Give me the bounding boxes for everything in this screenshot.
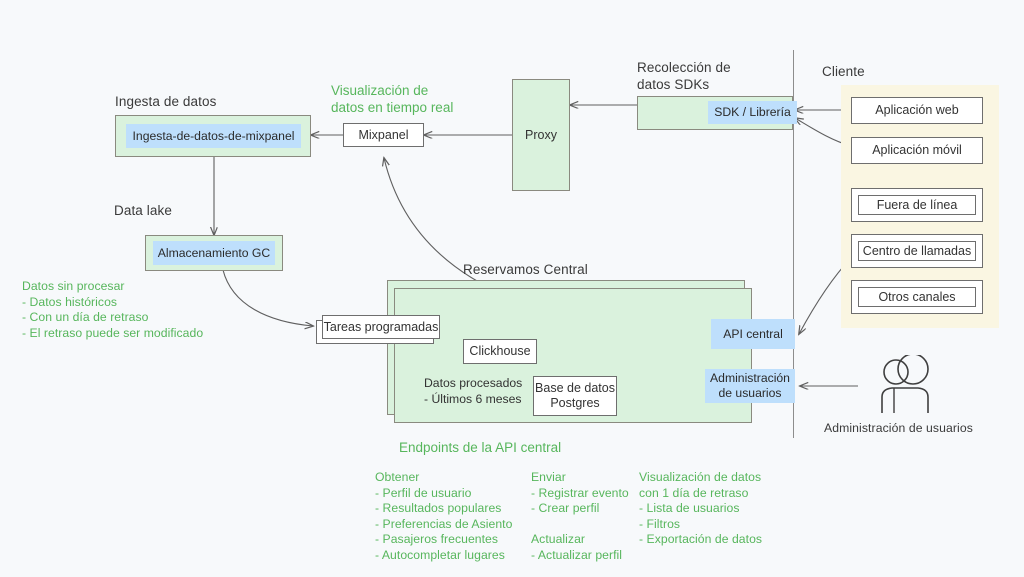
endpoint-item: - Resultados populares — [375, 501, 502, 515]
endpoint-item: - Actualizar perfil — [531, 547, 623, 562]
raw-data-note-item: - Con un día de retraso — [22, 310, 149, 324]
raw-data-note-heading: Datos sin procesar — [22, 279, 125, 293]
node-almacenamiento-gc[interactable]: Almacenamiento GC — [153, 241, 275, 265]
node-clickhouse[interactable]: Clickhouse — [463, 339, 537, 364]
endpoint-item: - Pasajeros frecuentes — [375, 532, 499, 546]
endpoints-spacer — [531, 517, 629, 533]
client-item-fuera-de-linea-label: Fuera de línea — [858, 195, 976, 215]
client-item-centro-de-llamadas-label: Centro de llamadas — [858, 241, 976, 261]
section-title-reservamos-central: Reservamos Central — [463, 262, 588, 277]
endpoints-heading: Enviar — [531, 470, 566, 484]
endpoint-item: - Filtros — [639, 516, 681, 531]
client-item-otros-canales[interactable]: Otros canales — [851, 280, 983, 314]
section-title-data-lake: Data lake — [114, 203, 172, 218]
users-icon — [881, 355, 929, 413]
raw-data-note-item: - Datos históricos — [22, 294, 118, 309]
endpoint-item: - Crear perfil — [531, 501, 600, 515]
section-title-cliente: Cliente — [822, 64, 865, 79]
section-title-realtime-visualization: Visualización de datos en tiempo real — [331, 83, 454, 115]
client-item-centro-de-llamadas[interactable]: Centro de llamadas — [851, 234, 983, 268]
client-item-otros-canales-label: Otros canales — [858, 287, 976, 307]
node-administracion-de-usuarios[interactable]: Administración de usuarios — [705, 369, 795, 403]
endpoint-item: - Preferencias de Asiento — [375, 516, 513, 531]
endpoints-column-enviar: Enviar - Registrar evento - Crear perfil… — [531, 470, 629, 563]
node-ingesta-de-datos-de-mixpanel[interactable]: Ingesta-de-datos-de-mixpanel — [126, 124, 301, 148]
label-datos-procesados: Datos procesados - Últimos 6 meses — [424, 376, 523, 406]
endpoint-item: - Autocompletar lugares — [375, 547, 505, 562]
client-item-aplicacion-web[interactable]: Aplicación web — [851, 97, 983, 124]
node-sdk-libreria[interactable]: SDK / Librería — [708, 101, 797, 124]
node-proxy-label: Proxy — [525, 128, 557, 142]
node-mixpanel[interactable]: Mixpanel — [343, 123, 424, 147]
arrow-gc-to-tareas — [222, 269, 313, 326]
client-item-aplicacion-movil[interactable]: Aplicación móvil — [851, 137, 983, 164]
endpoints-heading-actualizar: Actualizar — [531, 532, 586, 546]
node-api-central[interactable]: API central — [711, 319, 795, 349]
endpoints-heading: Visualización de datos con 1 día de retr… — [639, 470, 762, 500]
endpoint-item: - Perfil de usuario — [375, 485, 472, 500]
endpoint-item: - Lista de usuarios — [639, 501, 740, 515]
diagram-canvas: Ingesta de datos Data lake Visualización… — [0, 0, 1024, 577]
section-title-ingesta: Ingesta de datos — [115, 94, 217, 109]
user-admin-caption: Administración de usuarios — [824, 421, 973, 435]
endpoints-heading: Obtener — [375, 470, 420, 484]
endpoints-title: Endpoints de la API central — [399, 440, 562, 455]
endpoint-item: - Registrar evento — [531, 485, 629, 500]
node-tareas-programadas[interactable]: Tareas programadas — [322, 315, 440, 339]
raw-data-note: Datos sin procesar - Datos históricos - … — [22, 279, 203, 341]
section-title-sdk-collection: Recolección de datos SDKs — [637, 60, 731, 92]
node-proxy[interactable]: Proxy — [512, 79, 570, 191]
raw-data-note-item: - El retraso puede ser modificado — [22, 325, 204, 340]
endpoint-item: - Exportación de datos — [639, 532, 763, 546]
endpoints-column-obtener: Obtener - Perfil de usuario - Resultados… — [375, 470, 512, 563]
client-item-fuera-de-linea[interactable]: Fuera de línea — [851, 188, 983, 222]
node-base-de-datos-postgres[interactable]: Base de datos Postgres — [533, 376, 617, 416]
endpoints-column-visualizacion: Visualización de datos con 1 día de retr… — [639, 470, 762, 548]
